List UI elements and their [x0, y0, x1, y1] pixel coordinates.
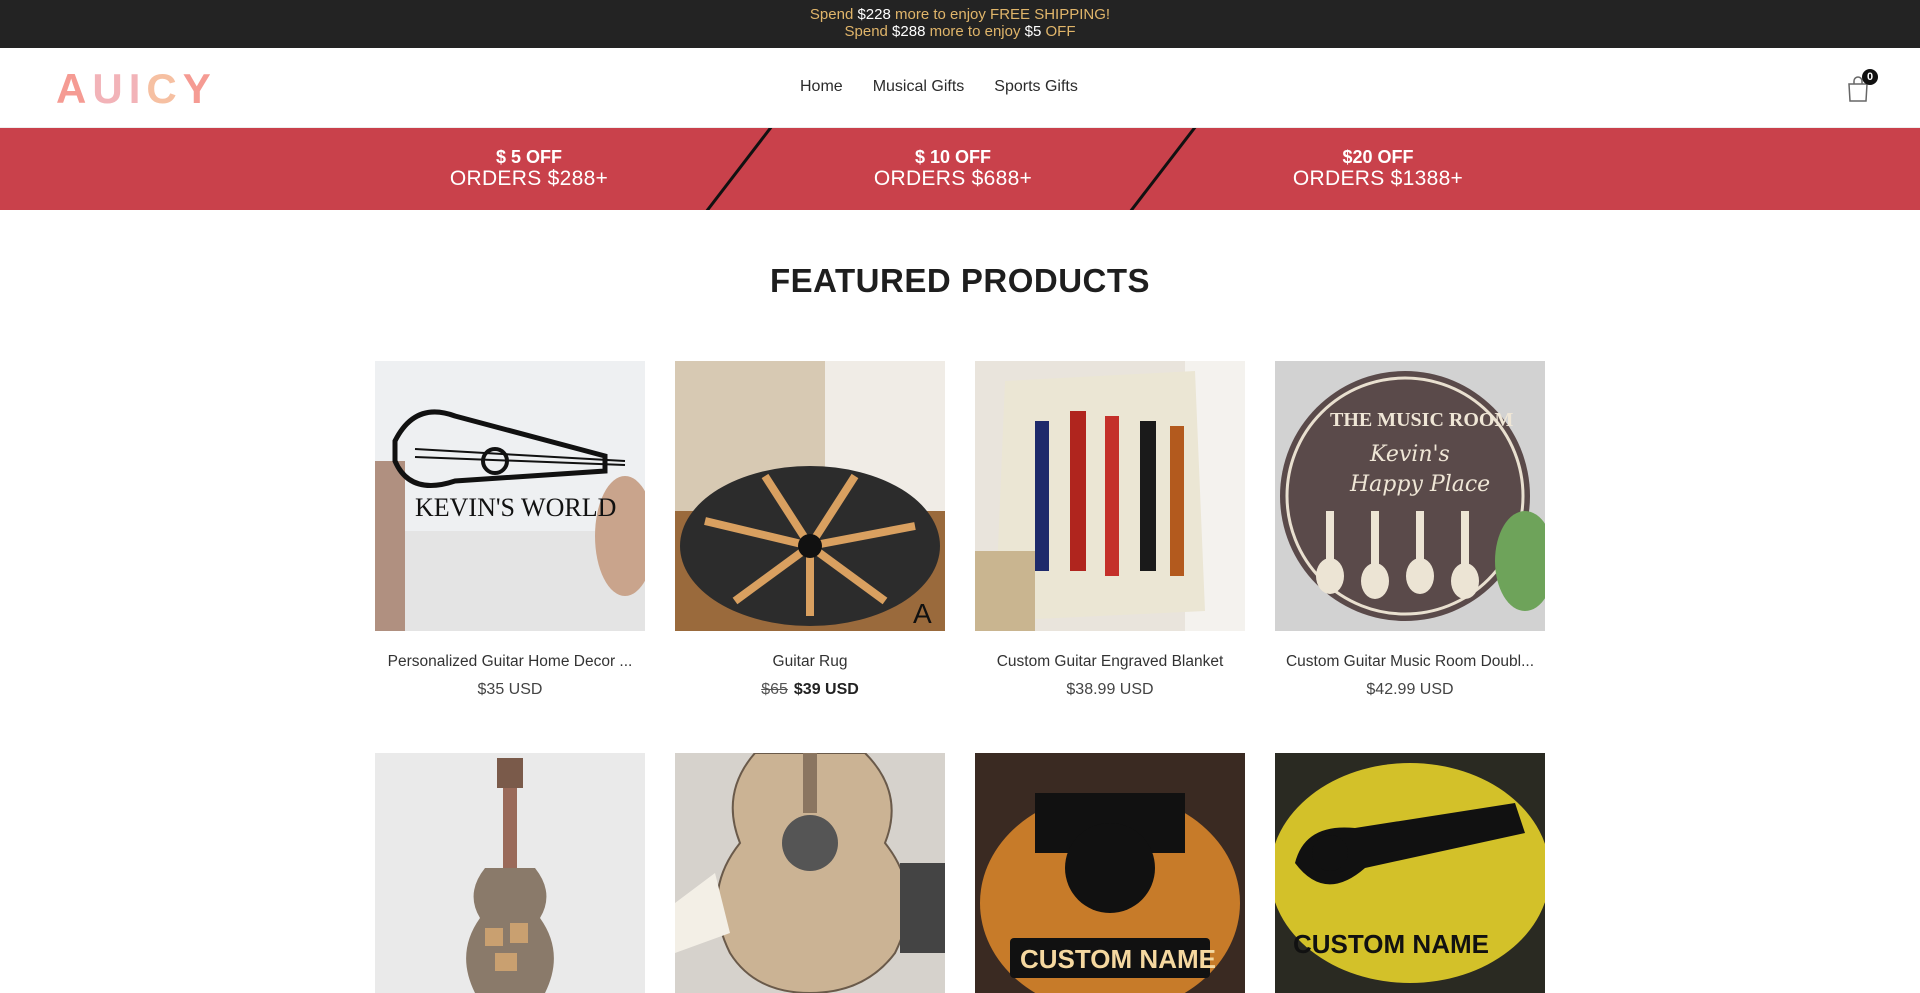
logo-letter: C	[146, 65, 183, 112]
announcement-text: Spend	[809, 6, 858, 23]
announcement-amount: $288	[892, 23, 926, 40]
drum-led-sign-image: CUSTOM NAME	[975, 753, 1245, 993]
cart-count-badge: 0	[1862, 69, 1878, 85]
logo-letter: A	[56, 65, 93, 112]
site-header: AUICY Home Musical Gifts Sports Gifts 0	[0, 48, 1920, 128]
product-card[interactable]	[375, 753, 645, 993]
product-title[interactable]: Personalized Guitar Home Decor ...	[375, 653, 645, 671]
image-overlay-text: CUSTOM NAME	[1020, 944, 1216, 974]
product-card[interactable]: KEVIN'S WORLD Personalized Guitar Home D…	[375, 361, 645, 699]
logo-letter: Y	[182, 65, 217, 112]
product-price: $35 USD	[375, 681, 645, 699]
promo-discount: $ 5 OFF	[495, 147, 562, 167]
featured-products-heading: FEATURED PRODUCTS	[769, 262, 1151, 299]
product-card[interactable]: CUSTOM NAME	[975, 753, 1245, 993]
free-shipping-message: Spend $228 more to enjoy FREE SHIPPING!	[0, 0, 1920, 23]
guitar-metal-sign-image: KEVIN'S WORLD	[375, 361, 645, 631]
guitar-blanket-image	[975, 361, 1245, 631]
product-card[interactable]: Custom Guitar Engraved Blanket $38.99 US…	[975, 361, 1245, 699]
image-overlay-text: THE MUSIC ROOM	[1330, 409, 1513, 431]
product-image[interactable]	[675, 753, 945, 993]
guitar-led-sign-image: CUSTOM NAME	[1275, 753, 1545, 993]
nav-home[interactable]: Home	[800, 78, 843, 96]
promo-threshold: ORDERS $288+	[449, 167, 609, 190]
promo-threshold: ORDERS $688+	[873, 167, 1033, 190]
guitar-rug-image: A	[675, 361, 945, 631]
announcement-bar: Spend $228 more to enjoy FREE SHIPPING! …	[0, 0, 1920, 48]
nav-musical-gifts[interactable]: Musical Gifts	[873, 78, 965, 96]
announcement-amount: $228	[857, 6, 891, 23]
product-image[interactable]: THE MUSIC ROOM Kevin's Happy Place	[1275, 361, 1545, 631]
price-value: $39 USD	[793, 681, 859, 698]
product-image[interactable]: A	[675, 361, 945, 631]
product-image[interactable]: CUSTOM NAME	[975, 753, 1245, 993]
product-title[interactable]: Custom Guitar Music Room Doubl...	[1275, 653, 1545, 671]
product-image[interactable]: KEVIN'S WORLD	[375, 361, 645, 631]
promo-tier-3: $20 OFF ORDERS $1388+	[1248, 147, 1508, 191]
announcement-text: Spend	[844, 23, 893, 40]
nav-sports-gifts[interactable]: Sports Gifts	[994, 78, 1078, 96]
promo-discount: $20 OFF	[1342, 147, 1414, 167]
announcement-text: more to enjoy	[925, 23, 1025, 40]
product-title[interactable]: Custom Guitar Engraved Blanket	[975, 653, 1245, 671]
product-card[interactable]: CUSTOM NAME	[1275, 753, 1545, 993]
promo-banner: $ 5 OFF ORDERS $288+ $ 10 OFF ORDERS $68…	[0, 128, 1920, 210]
image-overlay-text: CUSTOM NAME	[1293, 929, 1489, 959]
promo-tier-2: $ 10 OFF ORDERS $688+	[823, 147, 1083, 191]
photo-collage-guitar-image	[375, 753, 645, 993]
promo-tier-1: $ 5 OFF ORDERS $288+	[399, 147, 659, 191]
product-title[interactable]: Guitar Rug	[675, 653, 945, 671]
product-card[interactable]	[675, 753, 945, 993]
price-value: $38.99 USD	[1066, 681, 1154, 698]
product-image[interactable]	[975, 361, 1245, 631]
music-room-sign-image: THE MUSIC ROOM Kevin's Happy Place	[1275, 361, 1545, 631]
product-card[interactable]: THE MUSIC ROOM Kevin's Happy Place Custo…	[1275, 361, 1545, 699]
product-image[interactable]: CUSTOM NAME	[1275, 753, 1545, 993]
announcement-text: more to enjoy FREE SHIPPING!	[890, 6, 1111, 23]
cart-button[interactable]: 0	[1846, 69, 1878, 103]
image-overlay-text: A	[913, 598, 932, 629]
promo-discount: $ 10 OFF	[914, 147, 992, 167]
logo-letter: U	[92, 65, 129, 112]
product-price: $65 $39 USD	[675, 681, 945, 699]
logo-letter: I	[128, 65, 147, 112]
price-value: $35 USD	[477, 681, 543, 698]
product-price: $42.99 USD	[1275, 681, 1545, 699]
image-overlay-text: Kevin's	[1369, 442, 1450, 467]
main-nav: Home Musical Gifts Sports Gifts	[800, 78, 1078, 96]
announcement-text: OFF	[1041, 23, 1076, 40]
product-card[interactable]: A Guitar Rug $65 $39 USD	[675, 361, 945, 699]
product-image[interactable]	[375, 753, 645, 993]
promo-threshold: ORDERS $1388+	[1292, 167, 1464, 190]
image-overlay-text: Happy Place	[1349, 472, 1490, 497]
product-price: $38.99 USD	[975, 681, 1245, 699]
image-overlay-text: KEVIN'S WORLD	[415, 493, 616, 522]
compare-at-price: $65	[761, 681, 788, 698]
announcement-discount: $5	[1024, 23, 1042, 40]
engraved-guitar-image	[675, 753, 945, 993]
site-logo[interactable]: AUICY	[56, 68, 217, 110]
discount-message: Spend $288 more to enjoy $5 OFF	[0, 23, 1920, 40]
price-value: $42.99 USD	[1366, 681, 1454, 698]
